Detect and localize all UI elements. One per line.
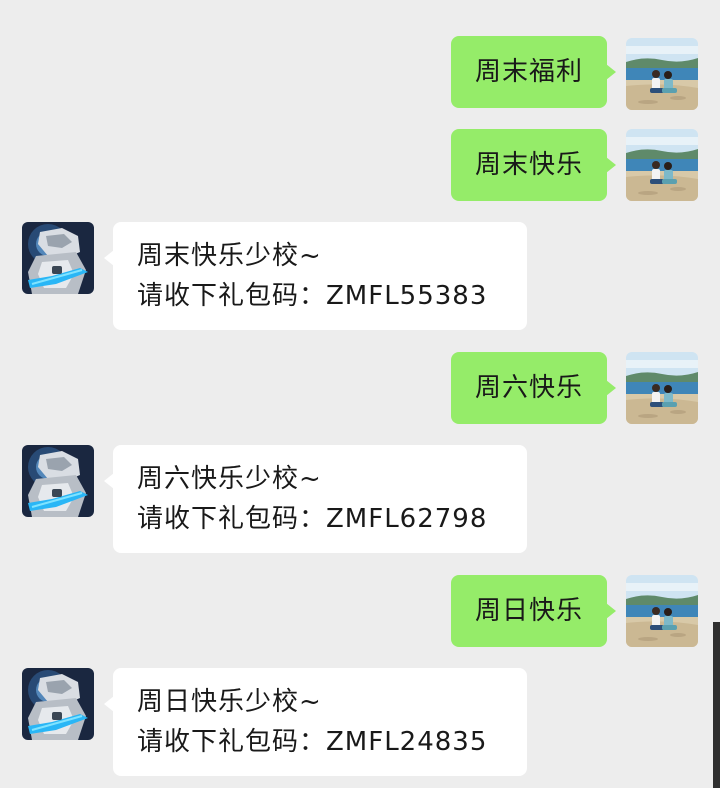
beach-photo-icon [626, 129, 698, 201]
bot-avatar[interactable] [22, 222, 94, 294]
received-message-bubble[interactable]: 周末快乐少校~ 请收下礼包码：ZMFL55383 [104, 222, 527, 330]
received-message-bubble[interactable]: 周日快乐少校~ 请收下礼包码：ZMFL24835 [104, 668, 527, 776]
message-text: 周日快乐 [474, 596, 583, 626]
scrollbar[interactable] [713, 622, 720, 788]
robot-avatar-icon [22, 222, 94, 294]
message-line: 周六快乐少校~ [137, 464, 322, 494]
self-avatar[interactable] [626, 575, 698, 647]
beach-photo-icon [626, 38, 698, 110]
sent-message-bubble[interactable]: 周末快乐 [450, 129, 617, 201]
received-message-bubble[interactable]: 周六快乐少校~ 请收下礼包码：ZMFL62798 [104, 445, 527, 553]
gift-code-line: 请收下礼包码：ZMFL24835 [137, 727, 488, 757]
gift-code-line: 请收下礼包码：ZMFL62798 [137, 504, 488, 534]
robot-avatar-icon [22, 668, 94, 740]
sent-message-bubble[interactable]: 周六快乐 [450, 352, 617, 424]
self-avatar[interactable] [626, 38, 698, 110]
chat-conversation: 周末福利 周末快乐 周末快乐少校~ 请收下礼包码：ZMFL55383 周六快乐 … [0, 0, 720, 788]
self-avatar[interactable] [626, 352, 698, 424]
message-line: 周日快乐少校~ [137, 687, 322, 717]
self-avatar[interactable] [626, 129, 698, 201]
sent-message-bubble[interactable]: 周末福利 [450, 36, 617, 108]
bot-avatar[interactable] [22, 445, 94, 517]
message-text: 周六快乐 [474, 373, 583, 403]
message-text: 周末快乐 [474, 150, 583, 180]
beach-photo-icon [626, 575, 698, 647]
message-line: 周末快乐少校~ [137, 241, 322, 271]
sent-message-bubble[interactable]: 周日快乐 [450, 575, 617, 647]
message-text: 周末福利 [474, 57, 583, 87]
robot-avatar-icon [22, 445, 94, 517]
gift-code-line: 请收下礼包码：ZMFL55383 [137, 281, 488, 311]
bot-avatar[interactable] [22, 668, 94, 740]
beach-photo-icon [626, 352, 698, 424]
